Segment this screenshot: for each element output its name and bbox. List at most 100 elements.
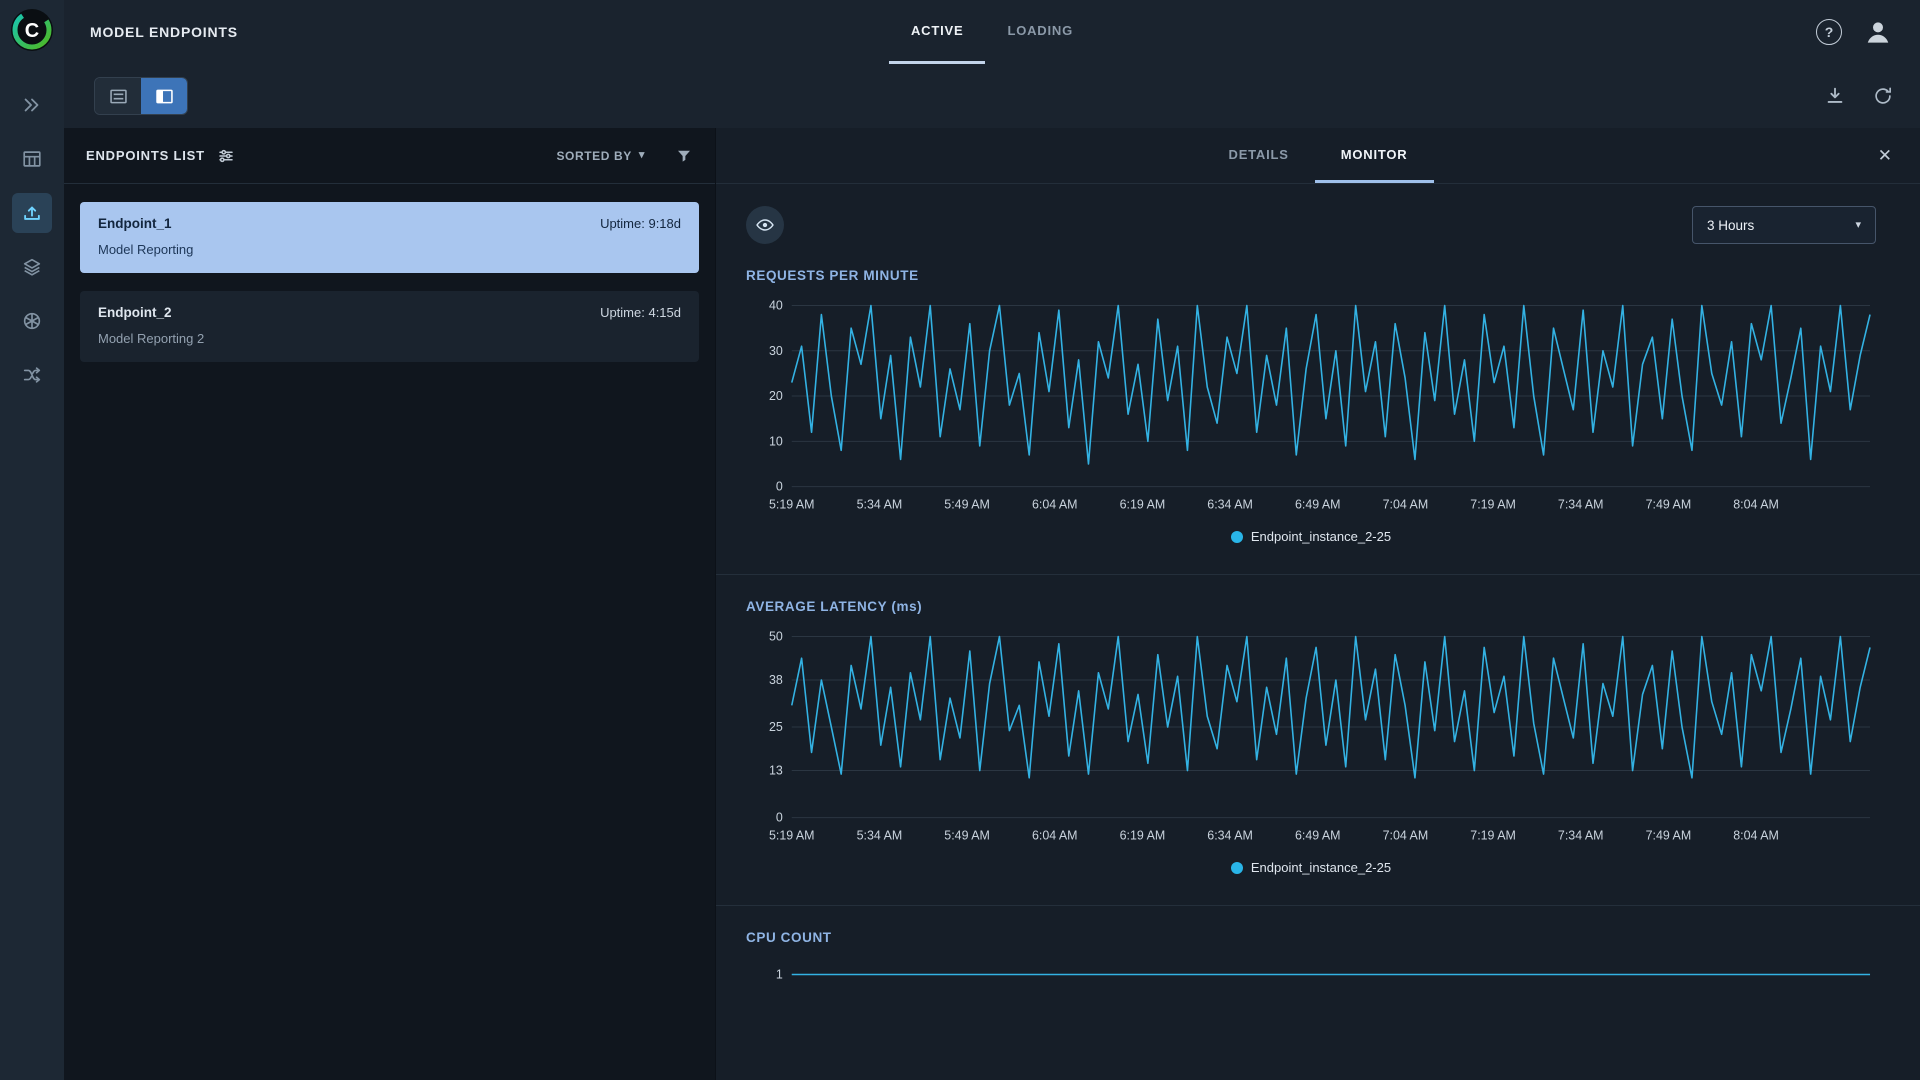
endpoint-list-item[interactable]: Endpoint_2 Uptime: 4:15d Model Reporting… [80, 291, 699, 362]
legend-dot-icon [1230, 530, 1243, 543]
download-icon[interactable] [1824, 85, 1846, 107]
left-nav-rail: C [0, 0, 64, 1080]
svg-text:1: 1 [776, 967, 783, 981]
close-icon[interactable]: ✕ [1874, 142, 1896, 170]
list-view-button[interactable] [95, 78, 141, 114]
sorted-by-dropdown[interactable]: SORTED BY ▾ [556, 149, 645, 163]
tab-active[interactable]: ACTIVE [888, 0, 986, 64]
requests-per-minute-section: REQUESTS PER MINUTE 0 10 20 30 40 5:19 AM 5:34… [716, 268, 1920, 544]
app-root: C MODEL ENDPOINTS ACTIVE LOADING ? ENDPO… [0, 0, 1920, 1080]
endpoint-name: Endpoint_1 [98, 216, 172, 231]
time-range-select[interactable]: 3 Hours ▾ [1692, 206, 1876, 244]
average-latency-section: AVERAGE LATENCY (ms) 0 13 25 38 50 5:19 AM 5:3… [716, 599, 1920, 875]
chart-title: REQUESTS PER MINUTE [746, 268, 919, 283]
endpoint-row: Endpoint_2 Uptime: 4:15d [98, 305, 681, 320]
refresh-icon[interactable] [1872, 85, 1894, 107]
tune-icon[interactable] [217, 147, 235, 165]
legend-label: Endpoint_instance_2-25 [1250, 529, 1392, 544]
svg-text:7:19 AM: 7:19 AM [1470, 828, 1516, 842]
nav-grid-icon[interactable] [12, 139, 52, 179]
svg-text:6:04 AM: 6:04 AM [1032, 828, 1078, 842]
svg-text:6:34 AM: 6:34 AM [1207, 497, 1253, 511]
svg-text:30: 30 [769, 344, 783, 358]
monitor-body: 3 Hours ▾ REQUESTS PER MINUTE 0 10 20 30 40 5… [716, 184, 1920, 1080]
svg-text:5:19 AM: 5:19 AM [769, 497, 815, 511]
svg-text:38: 38 [769, 673, 783, 687]
visibility-toggle-button[interactable] [746, 206, 784, 244]
chart-title: AVERAGE LATENCY (ms) [746, 599, 923, 614]
section-divider [716, 905, 1920, 906]
nav-sessions-icon[interactable] [12, 85, 52, 125]
endpoints-list-header: ENDPOINTS LIST SORTED BY ▾ [64, 128, 715, 184]
svg-text:6:04 AM: 6:04 AM [1032, 497, 1078, 511]
svg-text:7:49 AM: 7:49 AM [1646, 497, 1692, 511]
cpu-count-section: CPU COUNT 1 [716, 930, 1920, 1080]
split-view-button[interactable] [141, 78, 187, 114]
header-tabs: ACTIVE LOADING [888, 0, 1095, 64]
app-logo[interactable]: C [10, 8, 54, 52]
main-column: MODEL ENDPOINTS ACTIVE LOADING ? ENDPOIN… [64, 0, 1920, 1080]
svg-text:5:49 AM: 5:49 AM [944, 828, 990, 842]
svg-text:5:34 AM: 5:34 AM [857, 828, 903, 842]
nav-model-endpoints-icon[interactable] [12, 193, 52, 233]
svg-text:7:49 AM: 7:49 AM [1646, 828, 1692, 842]
svg-text:50: 50 [769, 630, 783, 644]
endpoints-list-title: ENDPOINTS LIST [86, 148, 205, 163]
section-divider [716, 574, 1920, 575]
endpoint-row: Endpoint_1 Uptime: 9:18d [98, 216, 681, 231]
toolbar-actions [1824, 85, 1894, 107]
nav-applications-icon[interactable] [12, 301, 52, 341]
eye-icon [756, 219, 774, 231]
tab-details[interactable]: DETAILS [1203, 128, 1315, 183]
svg-text:6:49 AM: 6:49 AM [1295, 828, 1341, 842]
endpoint-description: Model Reporting [98, 242, 194, 257]
svg-text:5:34 AM: 5:34 AM [857, 497, 903, 511]
view-toggle [94, 77, 188, 115]
average-latency-chart: 0 13 25 38 50 5:19 AM 5:34 AM 5:49 AM 6:04 AM 6:1… [769, 630, 1871, 842]
time-range-value: 3 Hours [1707, 217, 1755, 233]
chevron-down-icon: ▾ [638, 149, 645, 161]
monitor-controls: 3 Hours ▾ [716, 206, 1920, 244]
endpoint-uptime: Uptime: 9:18d [600, 216, 681, 231]
svg-text:0: 0 [776, 480, 783, 494]
top-bar: MODEL ENDPOINTS ACTIVE LOADING ? [64, 0, 1920, 64]
svg-text:6:34 AM: 6:34 AM [1207, 828, 1253, 842]
svg-text:6:19 AM: 6:19 AM [1120, 828, 1166, 842]
svg-text:40: 40 [769, 299, 783, 313]
content-split: ENDPOINTS LIST SORTED BY ▾ Endpoint_1 Up… [64, 128, 1920, 1080]
legend-label: Endpoint_instance_2-25 [1250, 860, 1392, 875]
svg-text:C: C [25, 20, 39, 42]
chevron-down-icon: ▾ [1855, 218, 1861, 231]
svg-text:25: 25 [769, 720, 783, 734]
tab-monitor[interactable]: MONITOR [1314, 128, 1434, 183]
nav-workflows-icon[interactable] [12, 355, 52, 395]
cpu-count-chart: 1 [776, 967, 1871, 981]
endpoint-list-item[interactable]: Endpoint_1 Uptime: 9:18d Model Reporting [80, 202, 699, 273]
detail-tabs: DETAILS MONITOR ✕ [716, 128, 1920, 184]
top-actions: ? [1816, 16, 1894, 48]
user-avatar-icon[interactable] [1862, 16, 1894, 48]
tab-loading[interactable]: LOADING [985, 0, 1095, 64]
requests-per-minute-chart: 0 10 20 30 40 5:19 AM 5:34 AM 5:49 AM 6:04 AM 6:1… [769, 299, 1871, 511]
detail-panel: DETAILS MONITOR ✕ 3 Hours ▾ REQUESTS PER… [716, 128, 1920, 1080]
chart-title: CPU COUNT [746, 930, 832, 945]
svg-text:6:49 AM: 6:49 AM [1295, 497, 1341, 511]
filter-icon[interactable] [675, 147, 693, 165]
svg-text:8:04 AM: 8:04 AM [1733, 497, 1779, 511]
svg-text:10: 10 [769, 434, 783, 448]
toolbar [64, 64, 1920, 128]
svg-text:7:34 AM: 7:34 AM [1558, 828, 1604, 842]
legend-dot-icon [1230, 861, 1243, 874]
endpoint-name: Endpoint_2 [98, 305, 172, 320]
svg-text:7:34 AM: 7:34 AM [1558, 497, 1604, 511]
endpoints-list: Endpoint_1 Uptime: 9:18d Model Reporting… [64, 184, 715, 380]
svg-text:7:04 AM: 7:04 AM [1383, 828, 1429, 842]
nav-layers-icon[interactable] [12, 247, 52, 287]
svg-text:7:04 AM: 7:04 AM [1383, 497, 1429, 511]
chart-legend: Endpoint_instance_2-25 [746, 860, 1876, 875]
chart-legend: Endpoint_instance_2-25 [746, 529, 1876, 544]
help-icon[interactable]: ? [1816, 19, 1842, 45]
svg-text:5:19 AM: 5:19 AM [769, 828, 815, 842]
svg-text:6:19 AM: 6:19 AM [1120, 497, 1166, 511]
svg-text:20: 20 [769, 389, 783, 403]
